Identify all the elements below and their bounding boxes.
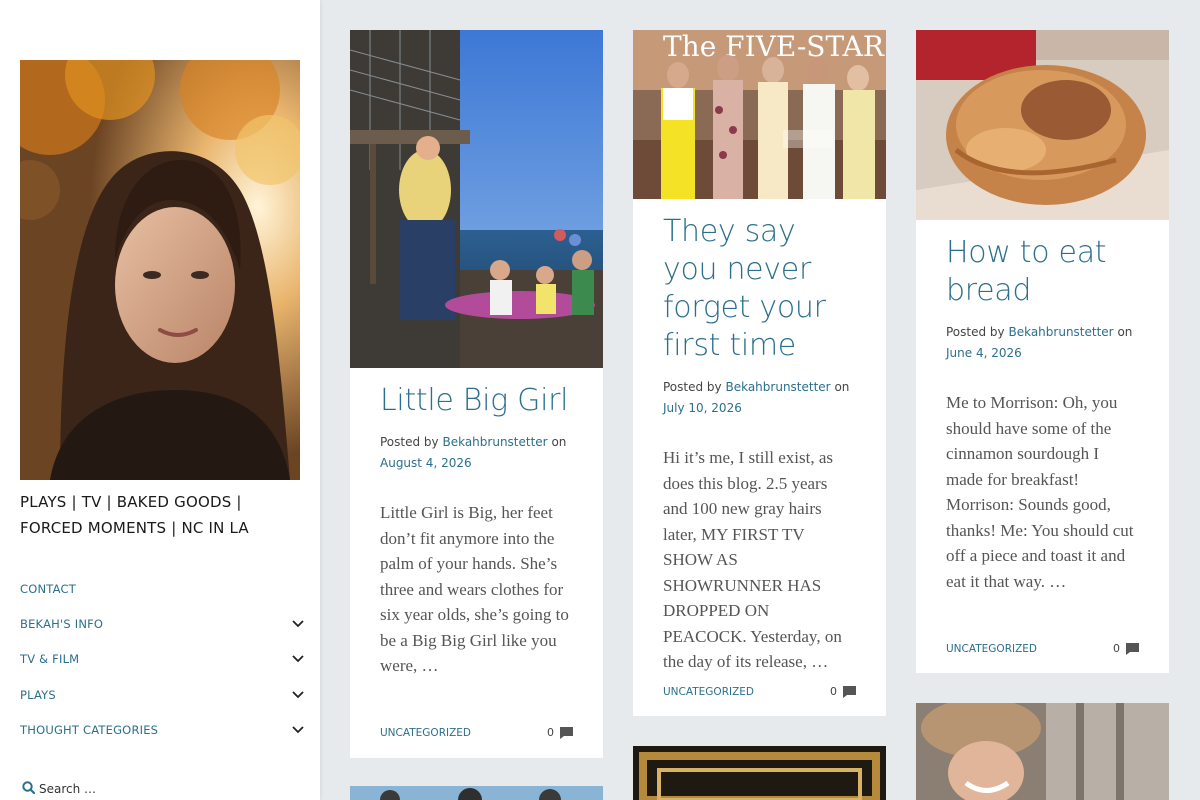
on-label: on: [1117, 325, 1133, 339]
comments-link[interactable]: 0: [547, 726, 573, 739]
post-thumbnail-image: [916, 703, 1169, 800]
nav-item-label: PLAYS: [20, 687, 56, 702]
post-date-link[interactable]: June 4, 2026: [946, 346, 1022, 360]
category-link[interactable]: UNCATEGORIZED: [380, 727, 471, 739]
search-input[interactable]: Search …: [39, 782, 96, 796]
post-footer: UNCATEGORIZED 0: [946, 642, 1139, 655]
post-meta: Posted by Bekahbrunstetter on August 4, …: [380, 432, 573, 474]
post-content: Little Big Girl Posted by Bekahbrunstett…: [380, 382, 573, 679]
post-title[interactable]: They say you never forget your first tim…: [663, 213, 856, 365]
post-content: How to eat bread Posted by Bekahbrunstet…: [946, 234, 1139, 594]
post-meta: Posted by Bekahbrunstetter on June 4, 20…: [946, 322, 1139, 364]
search-icon: [22, 781, 36, 797]
post-excerpt: Me to Morrison: Oh, you should have some…: [946, 393, 1134, 591]
post-footer: UNCATEGORIZED 0: [380, 726, 573, 739]
comments-link[interactable]: 0: [1113, 642, 1139, 655]
nav-item-contact[interactable]: CONTACT: [20, 571, 305, 606]
profile-photo[interactable]: [20, 60, 300, 480]
nav-item-bekahs-info[interactable]: BEKAH'S INFO: [20, 606, 305, 641]
on-label: on: [834, 380, 850, 394]
nav-item-tv-film[interactable]: TV & FILM: [20, 642, 305, 677]
nav-item-label: CONTACT: [20, 581, 76, 596]
post-thumbnail-image: The FIVE-STAR WEEKEND: [633, 30, 886, 199]
post-card: Little Big Girl Posted by Bekahbrunstett…: [350, 30, 603, 758]
post-thumbnail-image: [350, 30, 603, 368]
post-card: [350, 786, 603, 800]
comment-icon: [560, 726, 573, 739]
comment-count: 0: [1113, 642, 1120, 655]
post-title[interactable]: Little Big Girl: [380, 382, 573, 420]
site-description: PLAYS | TV | BAKED GOODS | FORCED MOMENT…: [20, 493, 249, 537]
author-link[interactable]: Bekahbrunstetter: [1008, 325, 1113, 339]
profile-photo-image: [20, 60, 300, 480]
post-thumbnail[interactable]: [916, 30, 1169, 220]
comment-count: 0: [547, 726, 554, 739]
nav-item-thought-categories[interactable]: THOUGHT CATEGORIES: [20, 712, 305, 747]
nav-item-label: BEKAH'S INFO: [20, 616, 104, 631]
post-thumbnail[interactable]: The FIVE-STAR WEEKEND: [633, 30, 886, 199]
main-navigation: CONTACT BEKAH'S INFO TV & FILM PLAYS THO…: [20, 571, 305, 747]
posted-by-label: Posted by: [380, 435, 439, 449]
post-title[interactable]: How to eat bread: [946, 234, 1139, 310]
nav-item-label: TV & FILM: [20, 652, 80, 667]
nav-item-label: THOUGHT CATEGORIES: [20, 722, 159, 737]
chevron-down-icon[interactable]: [291, 617, 305, 631]
post-thumbnail[interactable]: [916, 703, 1169, 800]
post-thumbnail[interactable]: [350, 786, 603, 800]
post-thumbnail-image: [916, 30, 1169, 220]
post-excerpt: Hi it’s me, I still exist, as does this …: [663, 448, 842, 671]
post-card: How to eat bread Posted by Bekahbrunstet…: [916, 30, 1169, 673]
post-footer: UNCATEGORIZED 0: [663, 685, 856, 698]
posted-by-label: Posted by: [663, 380, 722, 394]
post-content: They say you never forget your first tim…: [663, 213, 856, 675]
post-date-link[interactable]: July 10, 2026: [663, 401, 742, 415]
category-link[interactable]: UNCATEGORIZED: [946, 643, 1037, 655]
posted-by-label: Posted by: [946, 325, 1005, 339]
chevron-down-icon[interactable]: [291, 688, 305, 702]
post-thumbnail-image: [350, 786, 603, 800]
category-link[interactable]: UNCATEGORIZED: [663, 686, 754, 698]
post-thumbnail-image: [633, 746, 886, 800]
author-link[interactable]: Bekahbrunstetter: [442, 435, 547, 449]
post-card: [633, 746, 886, 800]
author-link[interactable]: Bekahbrunstetter: [725, 380, 830, 394]
comments-link[interactable]: 0: [830, 685, 856, 698]
on-label: on: [551, 435, 567, 449]
post-thumbnail[interactable]: [633, 746, 886, 800]
nav-item-plays[interactable]: PLAYS: [20, 677, 305, 712]
post-meta: Posted by Bekahbrunstetter on July 10, 2…: [663, 377, 856, 419]
chevron-down-icon[interactable]: [291, 652, 305, 666]
post-card: [916, 703, 1169, 800]
chevron-down-icon[interactable]: [291, 723, 305, 737]
post-excerpt: Little Girl is Big, her feet don’t fit a…: [380, 503, 569, 675]
post-card: The FIVE-STAR WEEKEND They say you never…: [633, 30, 886, 716]
comment-icon: [843, 685, 856, 698]
search-form[interactable]: Search …: [22, 781, 96, 797]
post-date-link[interactable]: August 4, 2026: [380, 456, 472, 470]
comment-icon: [1126, 642, 1139, 655]
post-thumbnail[interactable]: [350, 30, 603, 368]
comment-count: 0: [830, 685, 837, 698]
sidebar: PLAYS | TV | BAKED GOODS | FORCED MOMENT…: [0, 0, 320, 800]
